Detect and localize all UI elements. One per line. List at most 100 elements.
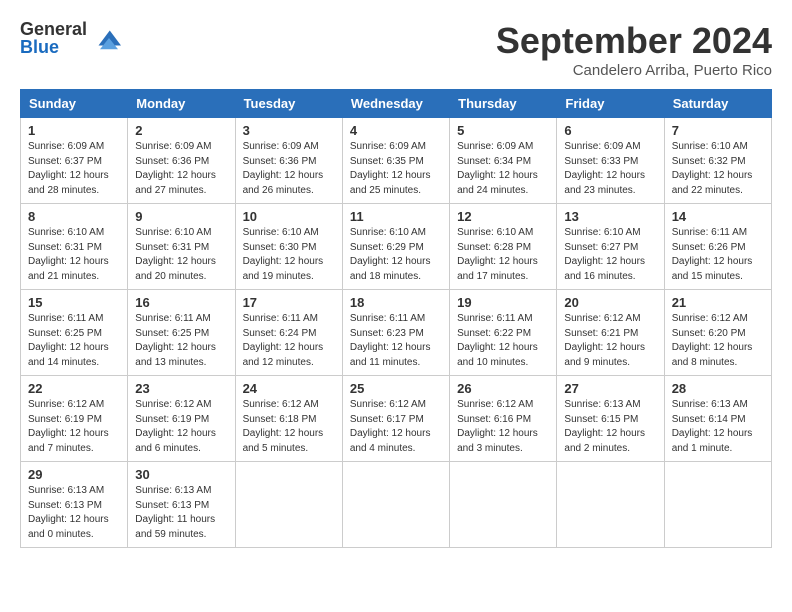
day-info: Sunrise: 6:12 AM Sunset: 6:19 PM Dayligh… — [28, 398, 120, 456]
day-info: Sunrise: 6:11 AM Sunset: 6:22 PM Dayligh… — [457, 312, 549, 370]
table-row: 15 Sunrise: 6:11 AM Sunset: 6:25 PM Dayl… — [21, 290, 128, 376]
month-title: September 2024 — [496, 20, 772, 62]
table-row: 5 Sunrise: 6:09 AM Sunset: 6:34 PM Dayli… — [450, 118, 557, 204]
subtitle: Candelero Arriba, Puerto Rico — [496, 62, 772, 79]
table-row: 17 Sunrise: 6:11 AM Sunset: 6:24 PM Dayl… — [235, 290, 342, 376]
day-info: Sunrise: 6:12 AM Sunset: 6:19 PM Dayligh… — [135, 398, 227, 456]
day-info: Sunrise: 6:10 AM Sunset: 6:31 PM Dayligh… — [28, 226, 120, 284]
day-info: Sunrise: 6:10 AM Sunset: 6:27 PM Dayligh… — [564, 226, 656, 284]
table-row: 20 Sunrise: 6:12 AM Sunset: 6:21 PM Dayl… — [557, 290, 664, 376]
table-row: 7 Sunrise: 6:10 AM Sunset: 6:32 PM Dayli… — [664, 118, 771, 204]
day-info: Sunrise: 6:12 AM Sunset: 6:20 PM Dayligh… — [672, 312, 764, 370]
col-friday: Friday — [557, 90, 664, 118]
day-info: Sunrise: 6:12 AM Sunset: 6:21 PM Dayligh… — [564, 312, 656, 370]
table-row — [664, 462, 771, 548]
table-row: 13 Sunrise: 6:10 AM Sunset: 6:27 PM Dayl… — [557, 204, 664, 290]
day-info: Sunrise: 6:10 AM Sunset: 6:29 PM Dayligh… — [350, 226, 442, 284]
day-info: Sunrise: 6:10 AM Sunset: 6:32 PM Dayligh… — [672, 140, 764, 198]
day-info: Sunrise: 6:13 AM Sunset: 6:14 PM Dayligh… — [672, 398, 764, 456]
day-info: Sunrise: 6:09 AM Sunset: 6:35 PM Dayligh… — [350, 140, 442, 198]
day-info: Sunrise: 6:09 AM Sunset: 6:36 PM Dayligh… — [243, 140, 335, 198]
calendar-week-row: 15 Sunrise: 6:11 AM Sunset: 6:25 PM Dayl… — [21, 290, 772, 376]
table-row: 6 Sunrise: 6:09 AM Sunset: 6:33 PM Dayli… — [557, 118, 664, 204]
table-row: 10 Sunrise: 6:10 AM Sunset: 6:30 PM Dayl… — [235, 204, 342, 290]
table-row: 21 Sunrise: 6:12 AM Sunset: 6:20 PM Dayl… — [664, 290, 771, 376]
day-number: 16 — [135, 295, 227, 310]
day-number: 13 — [564, 209, 656, 224]
table-row: 8 Sunrise: 6:10 AM Sunset: 6:31 PM Dayli… — [21, 204, 128, 290]
day-number: 27 — [564, 381, 656, 396]
day-number: 6 — [564, 123, 656, 138]
day-number: 15 — [28, 295, 120, 310]
day-info: Sunrise: 6:11 AM Sunset: 6:26 PM Dayligh… — [672, 226, 764, 284]
day-number: 17 — [243, 295, 335, 310]
table-row — [235, 462, 342, 548]
calendar-body: 1 Sunrise: 6:09 AM Sunset: 6:37 PM Dayli… — [21, 118, 772, 548]
col-sunday: Sunday — [21, 90, 128, 118]
day-number: 28 — [672, 381, 764, 396]
table-row: 23 Sunrise: 6:12 AM Sunset: 6:19 PM Dayl… — [128, 376, 235, 462]
table-row: 19 Sunrise: 6:11 AM Sunset: 6:22 PM Dayl… — [450, 290, 557, 376]
calendar-week-row: 29 Sunrise: 6:13 AM Sunset: 6:13 PM Dayl… — [21, 462, 772, 548]
calendar-table: Sunday Monday Tuesday Wednesday Thursday… — [20, 89, 772, 548]
day-info: Sunrise: 6:11 AM Sunset: 6:25 PM Dayligh… — [28, 312, 120, 370]
day-number: 24 — [243, 381, 335, 396]
day-info: Sunrise: 6:13 AM Sunset: 6:13 PM Dayligh… — [135, 484, 227, 542]
table-row: 12 Sunrise: 6:10 AM Sunset: 6:28 PM Dayl… — [450, 204, 557, 290]
day-info: Sunrise: 6:11 AM Sunset: 6:23 PM Dayligh… — [350, 312, 442, 370]
logo-general: General — [20, 20, 87, 38]
table-row: 28 Sunrise: 6:13 AM Sunset: 6:14 PM Dayl… — [664, 376, 771, 462]
day-number: 21 — [672, 295, 764, 310]
table-row: 4 Sunrise: 6:09 AM Sunset: 6:35 PM Dayli… — [342, 118, 449, 204]
day-info: Sunrise: 6:11 AM Sunset: 6:24 PM Dayligh… — [243, 312, 335, 370]
day-info: Sunrise: 6:10 AM Sunset: 6:28 PM Dayligh… — [457, 226, 549, 284]
table-row: 18 Sunrise: 6:11 AM Sunset: 6:23 PM Dayl… — [342, 290, 449, 376]
logo: General Blue — [20, 20, 121, 56]
day-number: 10 — [243, 209, 335, 224]
day-info: Sunrise: 6:13 AM Sunset: 6:13 PM Dayligh… — [28, 484, 120, 542]
day-info: Sunrise: 6:10 AM Sunset: 6:31 PM Dayligh… — [135, 226, 227, 284]
day-info: Sunrise: 6:13 AM Sunset: 6:15 PM Dayligh… — [564, 398, 656, 456]
day-info: Sunrise: 6:10 AM Sunset: 6:30 PM Dayligh… — [243, 226, 335, 284]
day-number: 25 — [350, 381, 442, 396]
calendar-header-row: Sunday Monday Tuesday Wednesday Thursday… — [21, 90, 772, 118]
table-row: 9 Sunrise: 6:10 AM Sunset: 6:31 PM Dayli… — [128, 204, 235, 290]
day-number: 7 — [672, 123, 764, 138]
calendar-week-row: 1 Sunrise: 6:09 AM Sunset: 6:37 PM Dayli… — [21, 118, 772, 204]
table-row — [450, 462, 557, 548]
day-number: 12 — [457, 209, 549, 224]
calendar-week-row: 8 Sunrise: 6:10 AM Sunset: 6:31 PM Dayli… — [21, 204, 772, 290]
day-info: Sunrise: 6:09 AM Sunset: 6:36 PM Dayligh… — [135, 140, 227, 198]
day-number: 18 — [350, 295, 442, 310]
day-number: 30 — [135, 467, 227, 482]
logo-blue: Blue — [20, 38, 87, 56]
day-info: Sunrise: 6:12 AM Sunset: 6:16 PM Dayligh… — [457, 398, 549, 456]
day-number: 11 — [350, 209, 442, 224]
day-number: 4 — [350, 123, 442, 138]
table-row: 1 Sunrise: 6:09 AM Sunset: 6:37 PM Dayli… — [21, 118, 128, 204]
header: General Blue September 2024 Candelero Ar… — [20, 20, 772, 79]
col-tuesday: Tuesday — [235, 90, 342, 118]
day-info: Sunrise: 6:09 AM Sunset: 6:34 PM Dayligh… — [457, 140, 549, 198]
table-row: 16 Sunrise: 6:11 AM Sunset: 6:25 PM Dayl… — [128, 290, 235, 376]
logo-text: General Blue — [20, 20, 87, 56]
table-row: 3 Sunrise: 6:09 AM Sunset: 6:36 PM Dayli… — [235, 118, 342, 204]
table-row: 29 Sunrise: 6:13 AM Sunset: 6:13 PM Dayl… — [21, 462, 128, 548]
day-info: Sunrise: 6:09 AM Sunset: 6:33 PM Dayligh… — [564, 140, 656, 198]
col-thursday: Thursday — [450, 90, 557, 118]
day-number: 2 — [135, 123, 227, 138]
day-info: Sunrise: 6:11 AM Sunset: 6:25 PM Dayligh… — [135, 312, 227, 370]
day-number: 26 — [457, 381, 549, 396]
day-number: 29 — [28, 467, 120, 482]
title-area: September 2024 Candelero Arriba, Puerto … — [496, 20, 772, 79]
day-number: 14 — [672, 209, 764, 224]
day-number: 1 — [28, 123, 120, 138]
table-row: 24 Sunrise: 6:12 AM Sunset: 6:18 PM Dayl… — [235, 376, 342, 462]
table-row: 25 Sunrise: 6:12 AM Sunset: 6:17 PM Dayl… — [342, 376, 449, 462]
col-saturday: Saturday — [664, 90, 771, 118]
day-number: 8 — [28, 209, 120, 224]
day-number: 20 — [564, 295, 656, 310]
day-info: Sunrise: 6:12 AM Sunset: 6:18 PM Dayligh… — [243, 398, 335, 456]
logo-icon — [91, 23, 121, 53]
table-row: 30 Sunrise: 6:13 AM Sunset: 6:13 PM Dayl… — [128, 462, 235, 548]
